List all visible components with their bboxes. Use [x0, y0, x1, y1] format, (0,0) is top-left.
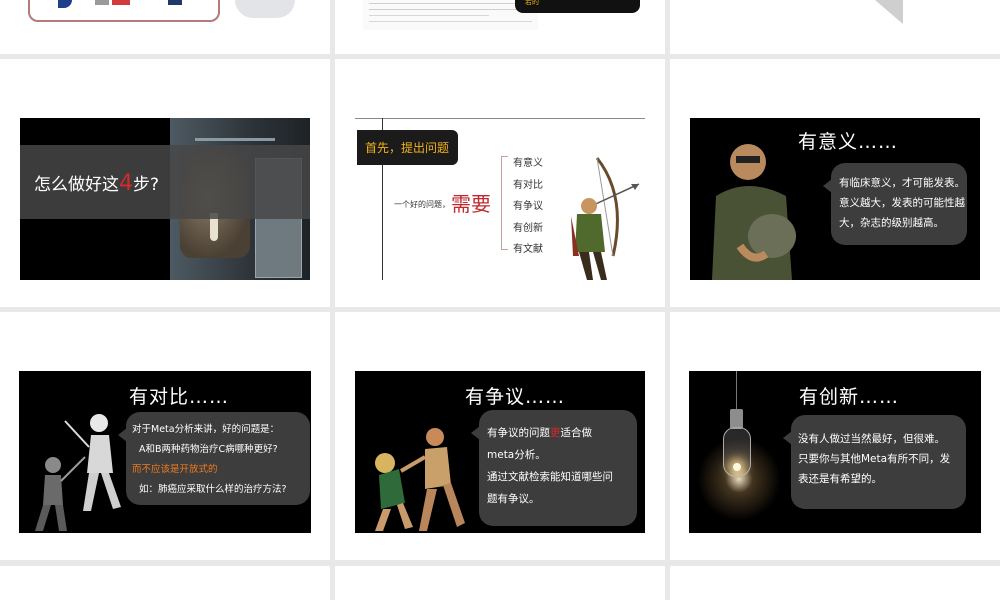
- keyword-text: 需要: [451, 192, 491, 216]
- figure-3d: [235, 0, 295, 18]
- slide-meaning: 有意义…… 有临床意义，才可能发表。 意义越大，发表的可能性越 大，杂志的级别越…: [690, 118, 980, 280]
- navy-shape: [168, 0, 182, 5]
- thumbnail-slide-dispute[interactable]: 有争议…… 有争议的问题更适合做 meta分析。 通过文献检索能知道哪些问 题有…: [335, 312, 665, 560]
- thumbnail-top-middle[interactable]: 若的: [335, 0, 665, 54]
- bulb-filament: [733, 463, 741, 471]
- thumbnail-bottom-right[interactable]: [670, 566, 1000, 600]
- bulb-wire: [736, 371, 737, 409]
- list-item: 有创新: [513, 222, 543, 234]
- thumbnail-bottom-middle[interactable]: [335, 566, 665, 600]
- dispute-text-a: 有争议的问题: [487, 427, 550, 439]
- bubble-line: 只要你与其他Meta有所不同，发: [798, 453, 951, 465]
- speech-bubble: 没有人做过当然最好，但很难。 只要你与其他Meta有所不同，发 表还是有希望的。: [783, 415, 966, 509]
- speech-bubble: 有争议的问题更适合做 meta分析。 通过文献检索能知道哪些问 题有争议。: [471, 410, 637, 526]
- bubble-line: 题有争议。: [487, 493, 540, 505]
- slide-dispute: 有争议…… 有争议的问题更适合做 meta分析。 通过文献检索能知道哪些问 题有…: [355, 371, 645, 533]
- slide-title: 有争议……: [465, 386, 566, 408]
- slide-title: 有意义……: [798, 131, 899, 153]
- fridge-shelf: [195, 138, 275, 141]
- thumbnail-slide-meaning[interactable]: 有意义…… 有临床意义，才可能发表。 意义越大，发表的可能性越 大，杂志的级别越…: [670, 59, 1000, 307]
- dispute-text-highlight: 更: [550, 427, 561, 439]
- top-rule: [355, 118, 645, 119]
- steps-heading: 怎么做好这4步?: [34, 170, 159, 196]
- list-item: 有文献: [513, 244, 543, 255]
- bubble-line: 对于Meta分析来讲，好的问题是：: [132, 424, 280, 435]
- bubble-line-highlight: 而不应该是开放式的: [132, 464, 218, 475]
- thumbnail-slide-steps[interactable]: 怎么做好这4步?: [0, 59, 330, 307]
- steps-number: 4: [119, 171, 133, 196]
- fighting-women-illustration: [375, 428, 465, 531]
- speech-bubble: 有临床意义，才可能发表。 意义越大，发表的可能性越 大，杂志的级别越高。: [823, 163, 967, 245]
- thumbnail-top-left[interactable]: [0, 0, 330, 54]
- list-item: 有意义: [513, 158, 543, 169]
- thumbnail-bottom-left[interactable]: [0, 566, 330, 600]
- thumbnail-slide-compare[interactable]: 有对比…… 对于Meta分析来讲，好的问题是： A和B两种药物治疗C病哪种更好?…: [0, 312, 330, 560]
- bulb-socket: [730, 409, 743, 429]
- document-page: [363, 0, 538, 30]
- slide-steps: 怎么做好这4步?: [20, 118, 310, 280]
- speech-bubble: 对于Meta分析来讲，好的问题是： A和B两种药物治疗C病哪种更好? 而不应该是…: [118, 412, 310, 505]
- bubble-line: 意义越大，发表的可能性越: [839, 197, 965, 209]
- list-item: 有对比: [513, 179, 543, 191]
- list-item: 有争议: [513, 201, 543, 212]
- bubble-line: 有争议的问题更适合做: [487, 422, 637, 444]
- bubble-line: A和B两种药物治疗C病哪种更好?: [139, 444, 278, 455]
- soldier-illustration: [712, 144, 796, 280]
- bubble-line: 表还是有希望的。: [798, 473, 882, 485]
- slide-innovate: 有创新…… 没有人做过当然最好，但很难。 只要你与其他Meta有所不同，发 表还…: [689, 371, 981, 533]
- steps-suffix: 步?: [133, 175, 160, 195]
- thumbnail-slide-question[interactable]: 首先，提出问题 一个好的问题， 需要 有意义 有对比 有争议 有创新 有文献: [335, 59, 665, 307]
- callout-black: 若的: [515, 0, 640, 13]
- thumbnail-slide-innovate[interactable]: 有创新…… 没有人做过当然最好，但很难。 只要你与其他Meta有所不同，发 表还…: [670, 312, 1000, 560]
- archer-illustration: [571, 157, 640, 280]
- slide-title: 有对比……: [129, 386, 230, 408]
- slide-question: 首先，提出问题 一个好的问题， 需要 有意义 有对比 有争议 有创新 有文献: [355, 118, 645, 280]
- dispute-text-c: 适合做: [560, 427, 593, 439]
- bubble-line: 通过文献检索能知道哪些问: [487, 471, 613, 483]
- grey-shape: [95, 0, 109, 5]
- badge-text: 首先，提出问题: [365, 141, 450, 155]
- bracket: [501, 156, 508, 250]
- bubble-line: 如：肺癌应采取什么样的治疗方法?: [139, 484, 287, 495]
- thumbnail-top-right[interactable]: [670, 0, 1000, 54]
- slide-compare: 有对比…… 对于Meta分析来讲，好的问题是： A和B两种药物治疗C病哪种更好?…: [19, 371, 311, 533]
- bubble-line: 没有人做过当然最好，但很难。: [798, 433, 945, 445]
- red-shape: [112, 0, 130, 5]
- steps-prefix: 怎么做好这: [34, 175, 119, 195]
- needs-list: 有意义 有对比 有争议 有创新 有文献: [513, 153, 543, 261]
- callout-text: 若的: [525, 0, 539, 6]
- intro-text: 一个好的问题，: [394, 200, 450, 209]
- grey-triangle: [875, 0, 903, 24]
- slide-title: 有创新……: [799, 386, 900, 408]
- bubble-line: 大，杂志的级别越高。: [839, 217, 944, 229]
- bubble-line: meta分析。: [487, 449, 546, 461]
- fencing-figures: [35, 414, 121, 531]
- bubble-line: 有临床意义，才可能发表。: [839, 177, 965, 189]
